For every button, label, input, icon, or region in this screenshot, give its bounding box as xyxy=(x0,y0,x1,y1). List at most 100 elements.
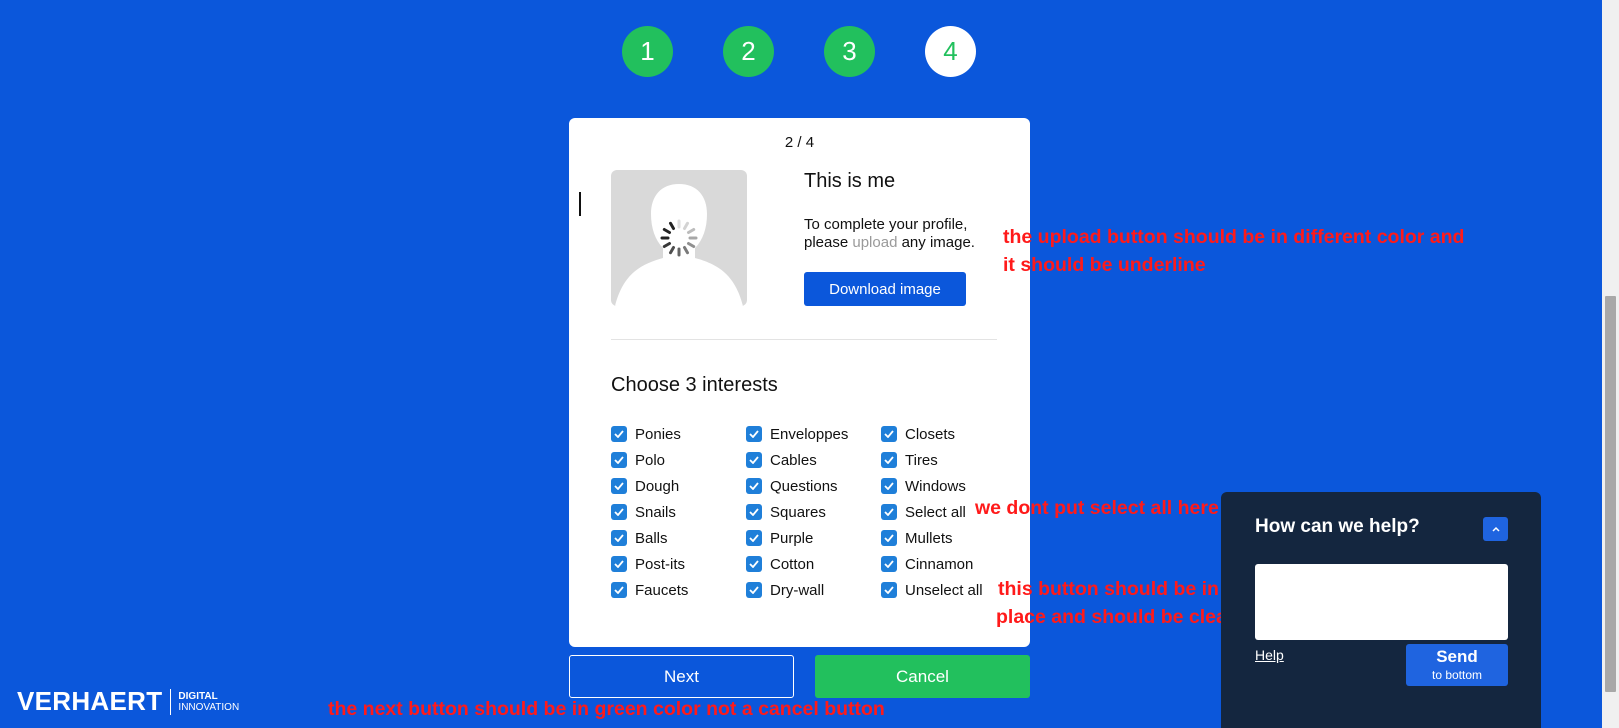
divider xyxy=(611,339,997,340)
checkbox-checked[interactable] xyxy=(881,478,897,494)
checkbox-checked[interactable] xyxy=(881,452,897,468)
logo-main-text: VERHAERT xyxy=(17,686,163,716)
checkbox-checked[interactable] xyxy=(746,452,762,468)
interest-item[interactable]: Dough xyxy=(611,473,688,499)
interest-item[interactable]: Cinnamon xyxy=(881,551,983,577)
checkbox-checked[interactable] xyxy=(746,426,762,442)
checkbox-checked[interactable] xyxy=(611,530,627,546)
checkbox-checked[interactable] xyxy=(746,582,762,598)
step-2[interactable]: 2 xyxy=(723,26,774,77)
help-message-input[interactable] xyxy=(1255,564,1508,640)
annotation-upload-line-2: it should be underline xyxy=(1003,254,1206,276)
profile-title: This is me xyxy=(804,170,896,192)
interest-label: Cotton xyxy=(770,555,815,573)
interest-item[interactable]: Cotton xyxy=(746,551,848,577)
profile-card: 2 / 4 This is me To complete your profil… xyxy=(569,118,1030,647)
annotation-next: the next button should be in green color… xyxy=(328,698,885,720)
help-link[interactable]: Help xyxy=(1255,647,1284,663)
interests-column-2: Enveloppes Cables Questions Squares Purple Co… xyxy=(746,421,848,603)
interest-item[interactable]: Post-its xyxy=(611,551,688,577)
interest-label: Mullets xyxy=(905,529,953,547)
send-button[interactable]: Send to bottom xyxy=(1406,644,1508,686)
download-image-button[interactable]: Download image xyxy=(804,272,966,306)
interest-label: Post-its xyxy=(635,555,686,573)
collapse-button[interactable] xyxy=(1483,517,1508,541)
interest-item[interactable]: Unselect all xyxy=(881,577,983,603)
checkbox-checked[interactable] xyxy=(611,582,627,598)
interest-label: Dough xyxy=(635,477,680,495)
interest-label: Enveloppes xyxy=(770,425,849,443)
help-title: How can we help? xyxy=(1255,516,1420,537)
interest-item[interactable]: Ponies xyxy=(611,421,688,447)
checkbox-checked[interactable] xyxy=(611,478,627,494)
checkbox-checked[interactable] xyxy=(881,530,897,546)
checkbox-checked[interactable] xyxy=(611,426,627,442)
scrollbar-thumb[interactable] xyxy=(1605,296,1616,692)
interest-item[interactable]: Polo xyxy=(611,447,688,473)
interest-item[interactable]: Windows xyxy=(881,473,983,499)
checkbox-checked[interactable] xyxy=(881,556,897,572)
step-indicator: 1 2 3 4 xyxy=(622,26,976,77)
step-4-active[interactable]: 4 xyxy=(925,26,976,77)
interest-item[interactable]: Cables xyxy=(746,447,848,473)
page-scrollbar[interactable] xyxy=(1602,0,1619,728)
interest-item[interactable]: Questions xyxy=(746,473,848,499)
interest-label: Snails xyxy=(635,503,676,521)
interests-title: Choose 3 interests xyxy=(611,374,778,396)
annotation-upload: the upload button should be in different… xyxy=(1003,223,1464,279)
logo-sub-line-2: INNOVATION xyxy=(178,701,240,713)
cancel-button[interactable]: Cancel xyxy=(815,655,1030,698)
loading-spinner-icon xyxy=(660,219,698,257)
interest-label: Closets xyxy=(905,425,956,443)
chevron-up-icon xyxy=(1491,526,1500,532)
interest-label: Purple xyxy=(770,529,814,547)
checkbox-checked[interactable] xyxy=(881,582,897,598)
interest-item[interactable]: Closets xyxy=(881,421,983,447)
step-3[interactable]: 3 xyxy=(824,26,875,77)
help-widget: How can we help? Help Send to bottom xyxy=(1221,492,1541,728)
interest-item[interactable]: Balls xyxy=(611,525,688,551)
checkbox-checked[interactable] xyxy=(611,452,627,468)
interest-item[interactable]: Enveloppes xyxy=(746,421,848,447)
interest-label: Select all xyxy=(905,503,966,521)
interest-label: Cinnamon xyxy=(905,555,974,573)
interest-label: Faucets xyxy=(635,581,689,599)
send-label: Send xyxy=(1436,647,1478,666)
verhaert-logo: VERHAERT DIGITAL INNOVATION xyxy=(17,686,239,717)
profile-text-end: any image. xyxy=(897,234,975,251)
checkbox-checked[interactable] xyxy=(746,504,762,520)
annotation-upload-line-1: the upload button should be in different… xyxy=(1003,226,1465,248)
interest-item[interactable]: Tires xyxy=(881,447,983,473)
interests-column-3: Closets Tires Windows Select all Mullets Cinn… xyxy=(881,421,983,603)
interest-item[interactable]: Snails xyxy=(611,499,688,525)
checkbox-checked[interactable] xyxy=(611,556,627,572)
next-button[interactable]: Next xyxy=(569,655,794,698)
profile-instructions: To complete your profile, please upload … xyxy=(804,216,994,252)
interest-item[interactable]: Select all xyxy=(881,499,983,525)
interest-item[interactable]: Dry-wall xyxy=(746,577,848,603)
checkbox-checked[interactable] xyxy=(746,530,762,546)
logo-subtext: DIGITAL INNOVATION xyxy=(178,691,239,713)
checkbox-checked[interactable] xyxy=(746,478,762,494)
upload-link[interactable]: upload xyxy=(852,234,897,251)
interests-column-1: Ponies Polo Dough Snails Balls Post-its Faucet… xyxy=(611,421,688,603)
checkbox-checked[interactable] xyxy=(611,504,627,520)
text-cursor xyxy=(579,192,581,216)
interest-label: Cables xyxy=(770,451,817,469)
interest-item[interactable]: Purple xyxy=(746,525,848,551)
interest-item[interactable]: Squares xyxy=(746,499,848,525)
send-sublabel: to bottom xyxy=(1431,668,1483,682)
interest-label: Balls xyxy=(635,529,668,547)
interest-item[interactable]: Mullets xyxy=(881,525,983,551)
interest-item[interactable]: Faucets xyxy=(611,577,688,603)
checkbox-checked[interactable] xyxy=(881,426,897,442)
logo-separator xyxy=(170,688,172,715)
checkbox-checked[interactable] xyxy=(746,556,762,572)
avatar-placeholder[interactable] xyxy=(611,170,747,306)
checkbox-checked[interactable] xyxy=(881,504,897,520)
interest-label: Ponies xyxy=(635,425,681,443)
step-1[interactable]: 1 xyxy=(622,26,673,77)
interest-label: Tires xyxy=(905,451,938,469)
interest-label: Dry-wall xyxy=(770,581,825,599)
annotation-select-all: we dont put select all here xyxy=(975,497,1219,519)
